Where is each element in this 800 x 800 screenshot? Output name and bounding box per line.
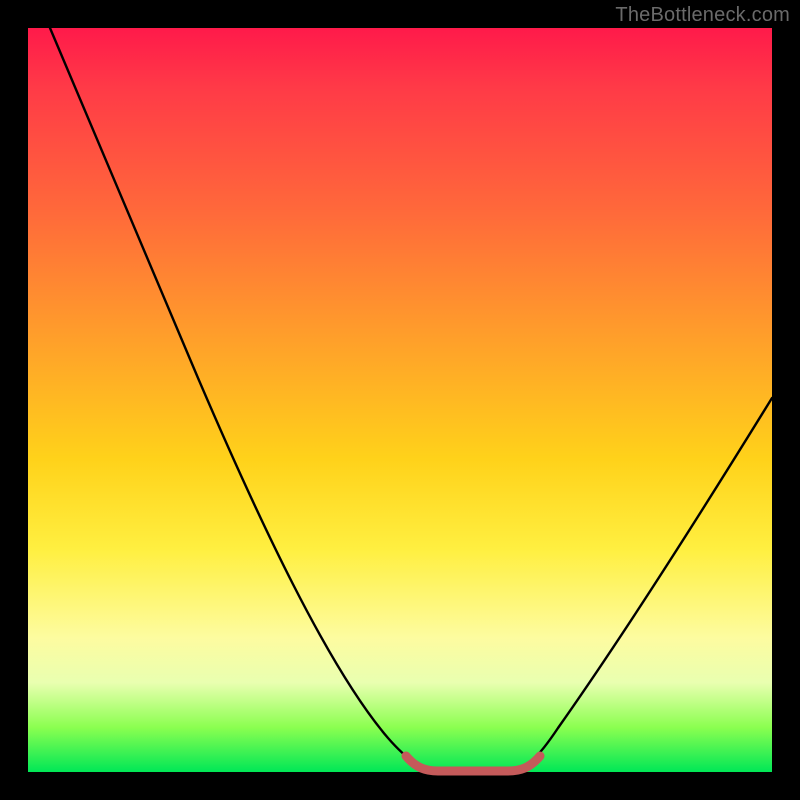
- watermark-text: TheBottleneck.com: [615, 4, 790, 27]
- optimal-zone: [406, 756, 540, 771]
- chart-frame: TheBottleneck.com: [0, 0, 800, 800]
- plot-area: [28, 28, 772, 772]
- curve-layer: [28, 28, 772, 772]
- bottleneck-curve: [50, 28, 772, 770]
